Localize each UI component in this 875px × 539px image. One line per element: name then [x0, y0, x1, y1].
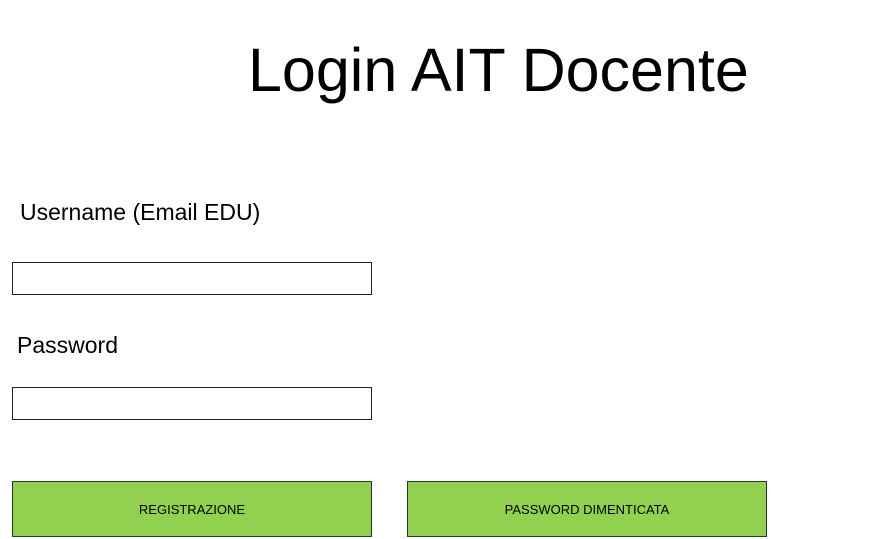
- username-input[interactable]: [12, 262, 372, 295]
- forgot-password-button-label: PASSWORD DIMENTICATA: [504, 501, 670, 517]
- forgot-password-button[interactable]: PASSWORD DIMENTICATA: [407, 481, 767, 537]
- password-label: Password: [17, 332, 118, 358]
- register-button[interactable]: REGISTRAZIONE: [12, 481, 372, 537]
- page-title: Login AIT Docente: [248, 36, 749, 104]
- password-input[interactable]: [12, 387, 372, 420]
- username-label: Username (Email EDU): [20, 199, 261, 225]
- register-button-label: REGISTRAZIONE: [138, 501, 246, 517]
